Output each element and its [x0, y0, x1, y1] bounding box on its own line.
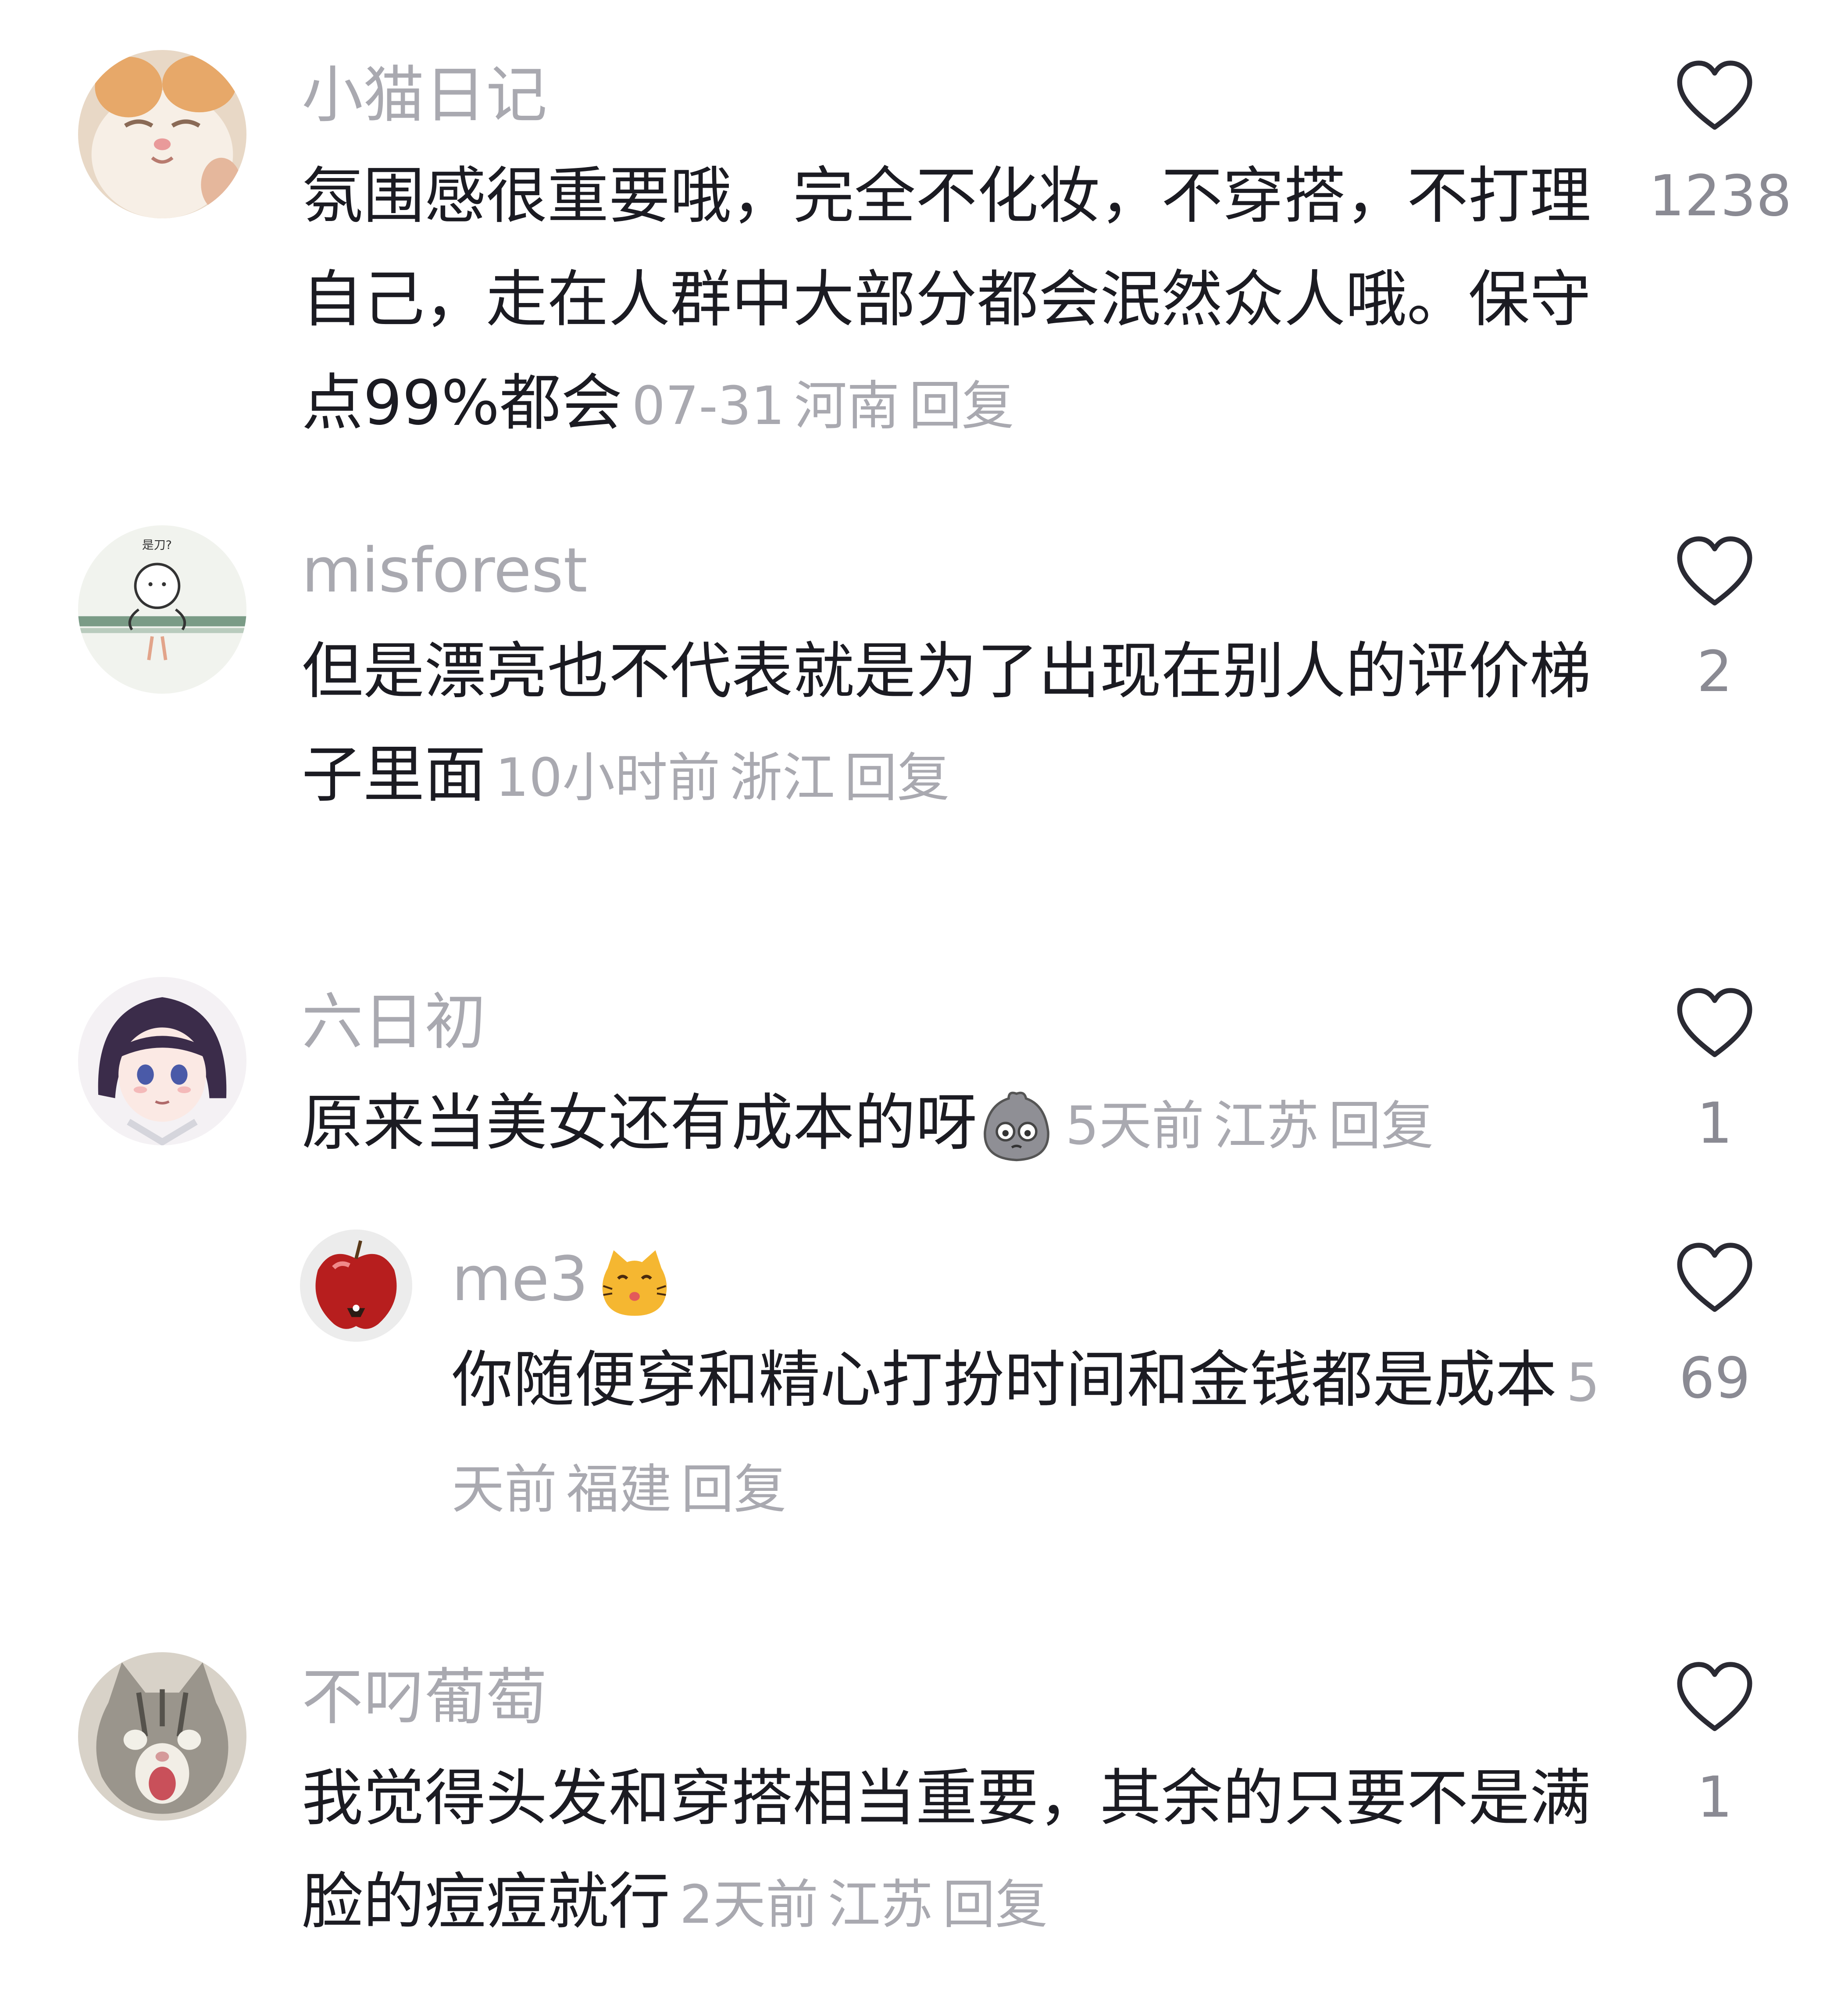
comment-body: 你随便穿和精心打扮时间和金钱都是成本 [452, 1344, 1557, 1416]
like-count: 1 [1697, 1765, 1733, 1830]
username[interactable]: 小猫日记 [302, 52, 547, 139]
comment-text: 你随便穿和精心打扮时间和金钱都是成本 5天前 福建 回复 [452, 1329, 1601, 1542]
reply-button[interactable]: 回复 [909, 376, 1014, 437]
comment-text: 原来当美女还有成本的呀 5天前 江苏 回复 [302, 1072, 1591, 1178]
reply-button[interactable]: 回复 [845, 748, 950, 809]
heart-icon [1677, 1243, 1752, 1312]
comment-body: 原来当美女还有成本的呀 [302, 1087, 978, 1159]
pouting-blob-emoji [977, 1087, 1056, 1166]
username: me3 [452, 1236, 672, 1323]
username[interactable]: 六日初 [302, 979, 486, 1066]
avatar-caption: 是刀? [142, 538, 172, 552]
comment-time: 10小时前 [495, 748, 721, 809]
like-button[interactable]: 1 [1649, 1658, 1780, 1837]
reply-button[interactable]: 回复 [942, 1875, 1048, 1935]
like-button[interactable]: 1238 [1649, 57, 1792, 236]
heart-icon [1677, 1662, 1752, 1731]
comment-time: 5天前 [1065, 1096, 1204, 1157]
comment-text: 我觉得头发和穿搭相当重要，其余的只要不是满脸的痘痘就行 2天前 江苏 回复 [302, 1747, 1591, 1957]
like-button[interactable]: 69 [1649, 1239, 1780, 1418]
comment-meta: 07-31 河南 回复 [622, 376, 1014, 437]
like-count: 69 [1679, 1346, 1751, 1411]
username[interactable]: misforest [302, 527, 588, 615]
comment-location: 江苏 [828, 1875, 933, 1935]
cat-face-avatar[interactable] [78, 50, 246, 218]
anime-girl-avatar[interactable] [78, 977, 246, 1145]
comment-text: 但是漂亮也不代表就是为了出现在别人的评价梯子里面 10小时前 浙江 回复 [302, 620, 1591, 830]
reply-button[interactable]: 回复 [681, 1459, 786, 1520]
like-count: 1238 [1649, 164, 1792, 229]
reply-button[interactable]: 回复 [1328, 1096, 1434, 1157]
comment-time: 2天前 [679, 1875, 818, 1935]
reply-username[interactable]: me3 [452, 1244, 589, 1315]
heart-icon [1677, 61, 1752, 130]
comment-location: 河南 [794, 376, 900, 437]
heart-icon [1677, 988, 1752, 1057]
doodle-character-avatar[interactable]: 是刀? [78, 525, 246, 694]
comment-location: 浙江 [729, 748, 835, 809]
like-button[interactable]: 2 [1649, 533, 1780, 712]
comment-meta: 10小时前 浙江 回复 [486, 748, 950, 809]
like-count: 1 [1697, 1091, 1733, 1156]
kissing-cat-emoji [597, 1246, 672, 1320]
comment-meta: 5天前 江苏 回复 [1056, 1096, 1434, 1157]
like-button[interactable]: 1 [1649, 984, 1780, 1163]
heart-icon [1677, 536, 1752, 606]
comment-text: 氛围感很重要哦，完全不化妆，不穿搭，不打理自己，走在人群中大部分都会泯然众人哦。… [302, 145, 1591, 458]
comment-meta: 2天前 江苏 回复 [670, 1875, 1048, 1935]
comment-location: 江苏 [1213, 1096, 1319, 1157]
username[interactable]: 不叼葡萄 [302, 1654, 547, 1742]
screaming-cat-avatar[interactable] [78, 1652, 246, 1821]
like-count: 2 [1697, 639, 1733, 705]
comment-location: 福建 [566, 1459, 672, 1520]
red-apple-avatar[interactable] [300, 1230, 412, 1342]
comment-time: 07-31 [631, 376, 785, 437]
